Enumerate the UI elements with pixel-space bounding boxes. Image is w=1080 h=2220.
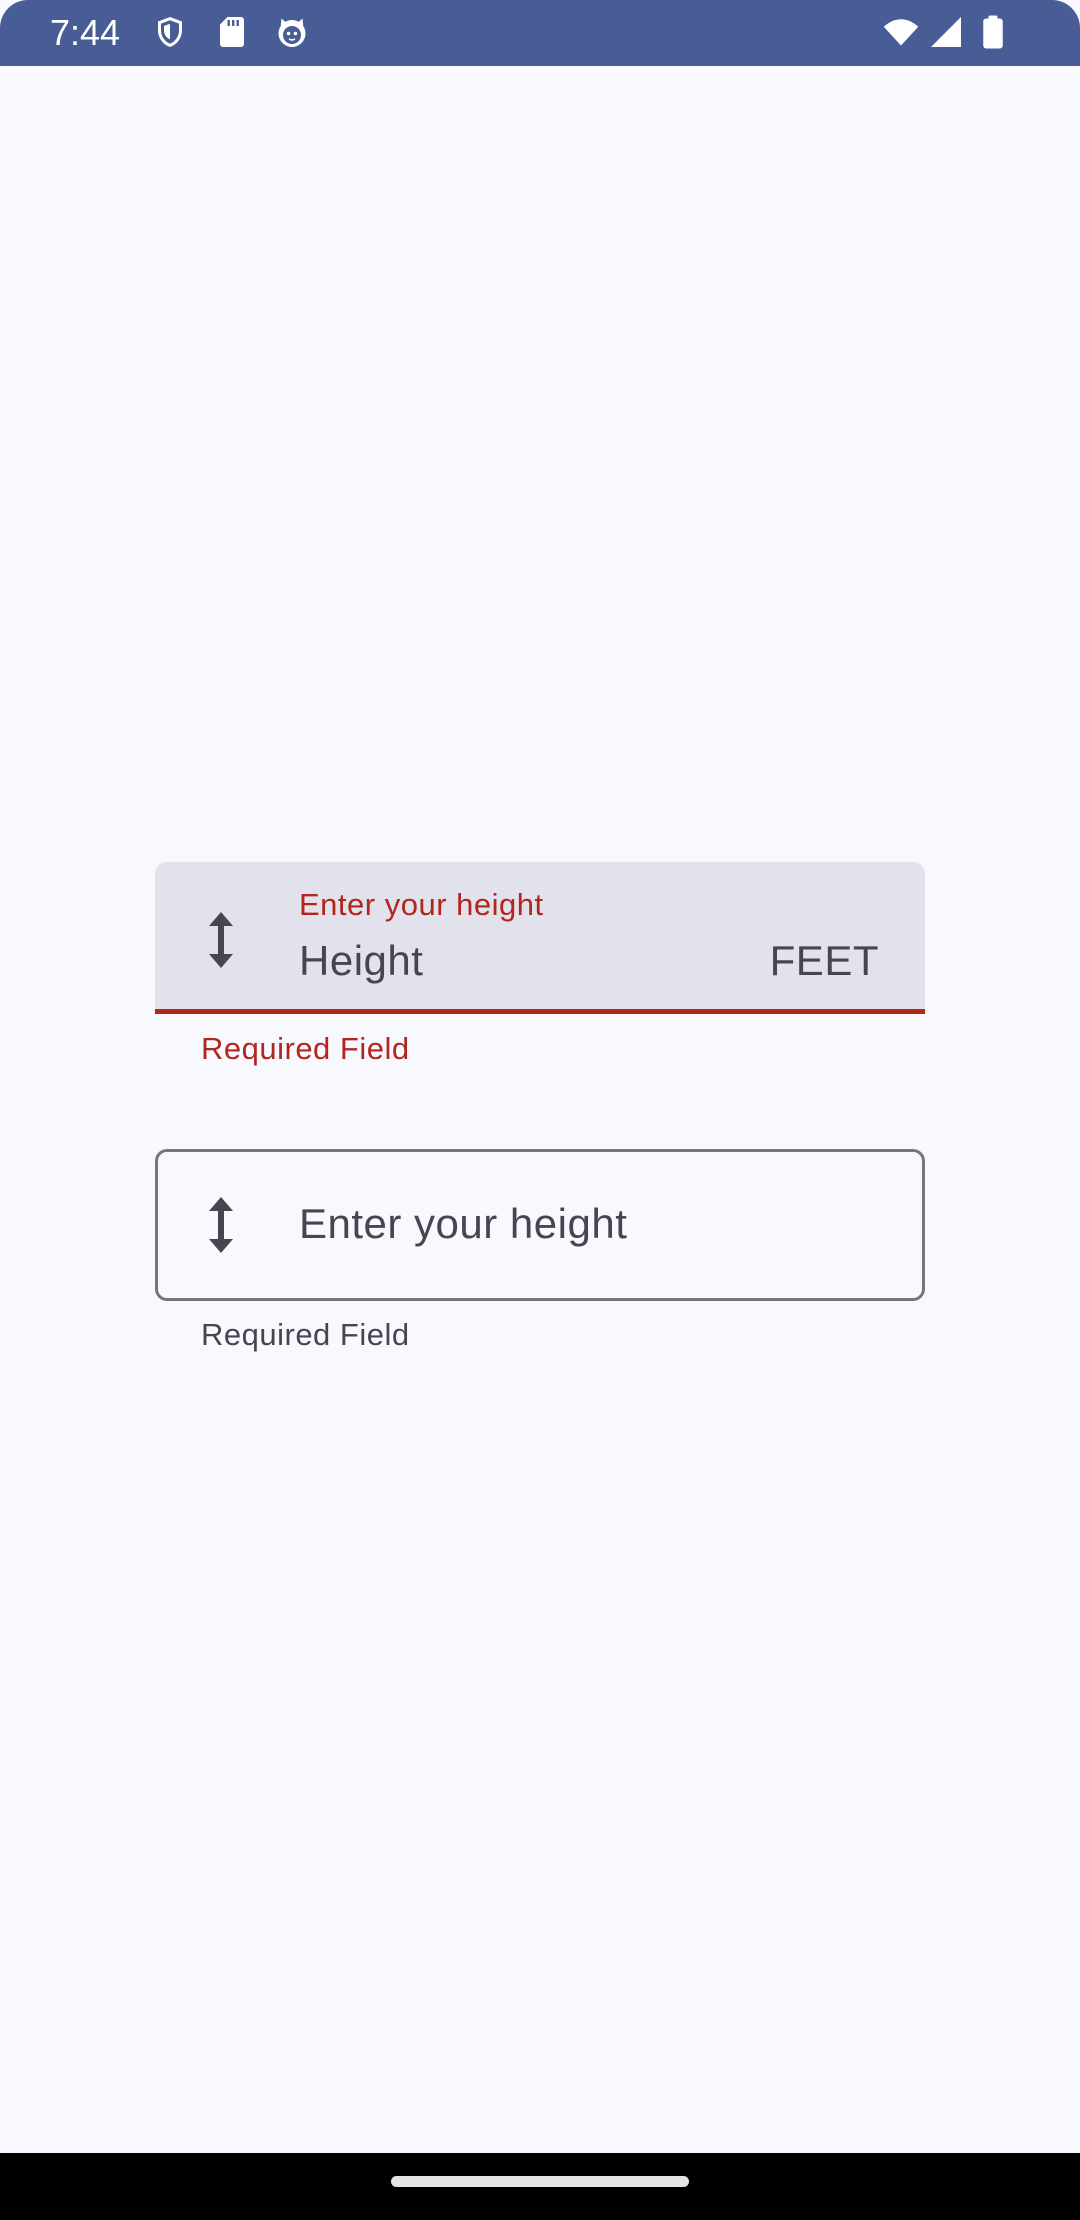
navigation-bar	[0, 2153, 1080, 2220]
app-screen: 7:44 Enter your height Height FEET Requi…	[0, 0, 1080, 2220]
status-bar: 7:44	[0, 0, 1080, 66]
home-gesture-pill[interactable]	[391, 2176, 689, 2187]
field-placeholder: Height	[299, 937, 424, 984]
height-input-filled[interactable]: Enter your height Height FEET	[155, 862, 925, 1014]
vertical-resize-arrows-icon	[201, 1197, 241, 1253]
field-unit-suffix: FEET	[769, 937, 879, 984]
battery-icon	[978, 14, 1008, 50]
supporting-text: Required Field	[201, 1317, 410, 1352]
status-time: 7:44	[50, 12, 121, 53]
field-label: Enter your height	[299, 1200, 628, 1247]
cellular-signal-icon	[928, 14, 964, 50]
shield-icon	[152, 14, 188, 50]
height-input-outlined[interactable]: Enter your height	[155, 1149, 925, 1301]
error-supporting-text: Required Field	[201, 1031, 410, 1066]
wifi-icon	[880, 14, 922, 50]
field-label: Enter your height	[299, 887, 544, 922]
field-error-indicator	[155, 1009, 925, 1014]
sd-card-icon	[214, 14, 250, 50]
cat-face-icon	[274, 14, 310, 50]
vertical-resize-arrows-icon	[201, 912, 241, 968]
